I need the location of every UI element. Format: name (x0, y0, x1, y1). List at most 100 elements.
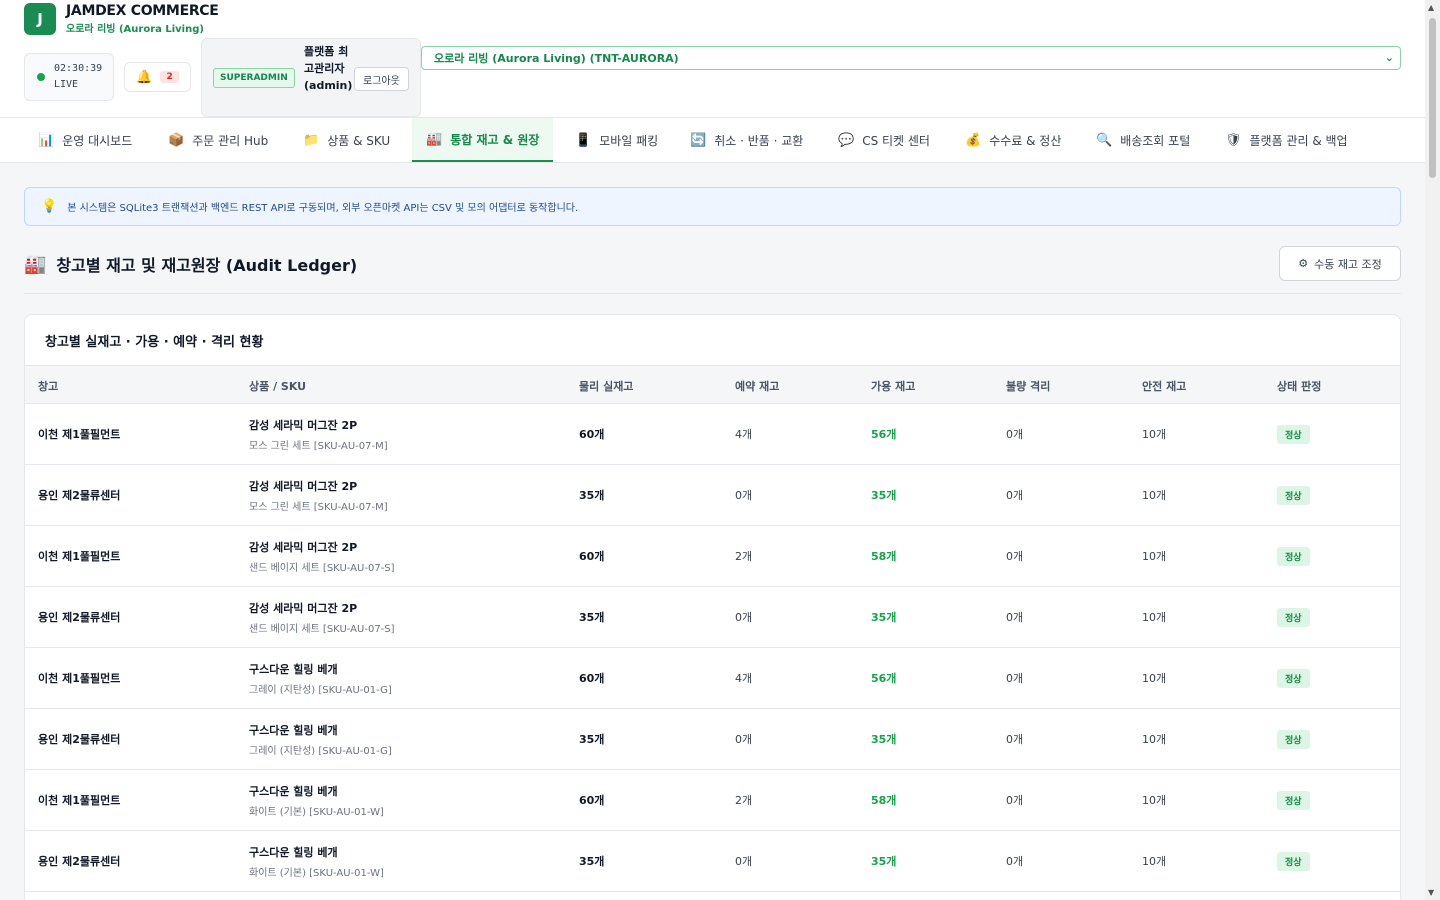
clock-status: LIVE (54, 79, 79, 90)
package-icon: 📦 (168, 132, 185, 148)
scroll-down-icon[interactable]: ▼ (1428, 888, 1434, 897)
product-cell: 구스다운 힐링 베개 그레이 (지탄성) [SKU-AU-01-G] (249, 709, 392, 769)
col-available: 가용 재고 (871, 380, 916, 393)
table-row[interactable]: 용인 제2물류센터 구스다운 힐링 베개 화이트 (기본) [SKU-AU-01-W… (25, 831, 1400, 892)
product-sku: 샌드 베이지 세트 [SKU-AU-07-S] (249, 623, 395, 635)
col-product: 상품 / SKU (249, 380, 307, 393)
product-sku: 샌드 베이지 세트 [SKU-AU-07-S] (249, 562, 395, 574)
product-sku: 모스 그린 세트 [SKU-AU-07-M] (249, 501, 388, 513)
safety-stock-cell: 10개 (1142, 794, 1167, 807)
tab-mobile-packing[interactable]: 📱 모바일 패킹 (575, 118, 658, 162)
tenant-select[interactable]: 오로라 리빙 (Aurora Living) (TNT-AURORA) ⌄ (421, 46, 1401, 70)
product-cell: 감성 세라믹 머그잔 2P 모스 그린 세트 [SKU-AU-07-M] (249, 465, 388, 525)
tab-settlement[interactable]: 💰 수수료 & 정산 (965, 118, 1061, 162)
warehouse-cell: 이천 제1풀필먼트 (38, 672, 121, 685)
status-cell: 정상 (1277, 648, 1310, 708)
table-row[interactable]: 이천 제1풀필먼트 구스다운 힐링 베개 그레이 (지탄성) [SKU-AU-01-… (25, 648, 1400, 709)
status-badge: 정상 (1277, 729, 1310, 749)
chevron-down-icon: ⌄ (1384, 51, 1394, 64)
brand[interactable]: J JAMDEX COMMERCE 오로라 리빙 (Aurora Living) (24, 3, 219, 35)
table-row[interactable]: 용인 제2물류센터 구스다운 힐링 베개 그레이 (지탄성) [SKU-AU-01-… (25, 709, 1400, 770)
tab-orders[interactable]: 📦 주문 관리 Hub (168, 118, 268, 162)
notification-count-badge: 2 (160, 71, 179, 83)
tab-dashboard[interactable]: 📊 운영 대시보드 (38, 118, 132, 162)
tab-label: 통합 재고 & 원장 (450, 132, 540, 147)
available-stock-cell: 58개 (871, 550, 897, 563)
tab-returns[interactable]: 🔄 취소 · 반품 · 교환 (690, 118, 803, 162)
folder-icon: 📁 (303, 132, 320, 148)
status-badge: 정상 (1277, 851, 1310, 871)
tab-cs-tickets[interactable]: 💬 CS 티켓 센터 (838, 118, 930, 162)
scroll-up-icon[interactable]: ▲ (1428, 3, 1434, 12)
status-badge: 정상 (1277, 668, 1310, 688)
chat-icon: 💬 (838, 132, 855, 148)
physical-stock-cell: 60개 (579, 672, 605, 685)
factory-icon: 🏭 (426, 131, 443, 147)
info-text: 본 시스템은 SQLite3 트랜잭션과 백엔드 REST API로 구동되며,… (67, 203, 579, 214)
status-cell: 정상 (1277, 709, 1310, 769)
col-physical: 물리 실재고 (579, 380, 634, 393)
tab-products[interactable]: 📁 상품 & SKU (303, 118, 390, 162)
product-name: 감성 세라믹 머그잔 2P (249, 418, 358, 432)
tab-platform-admin[interactable]: 🛡 플랫폼 관리 & 백업 (1225, 118, 1348, 162)
info-banner: 💡 본 시스템은 SQLite3 트랜잭션과 백엔드 REST API로 구동되… (24, 187, 1401, 226)
tenant-selected-value: 오로라 리빙 (Aurora Living) (TNT-AURORA) (434, 52, 679, 65)
product-cell: 감성 세라믹 머그잔 2P 샌드 베이지 세트 [SKU-AU-07-S] (249, 587, 395, 647)
status-badge: 정상 (1277, 485, 1310, 505)
table-row[interactable]: 용인 제2물류센터 감성 세라믹 머그잔 2P 모스 그린 세트 [SKU-AU-0… (25, 465, 1400, 526)
manual-adjust-button[interactable]: ⚙ 수동 재고 조정 (1279, 246, 1401, 281)
product-name: 구스다운 힐링 베개 (249, 723, 338, 737)
tab-inventory[interactable]: 🏭 통합 재고 & 원장 (412, 118, 554, 162)
product-sku: 그레이 (지탄성) [SKU-AU-01-G] (249, 684, 392, 696)
brand-name: JAMDEX COMMERCE (66, 3, 219, 19)
safety-stock-cell: 10개 (1142, 611, 1167, 624)
manual-adjust-label: 수동 재고 조정 (1314, 257, 1382, 271)
tab-label: 플랫폼 관리 & 백업 (1249, 133, 1348, 148)
warehouse-cell: 이천 제1풀필먼트 (38, 550, 121, 563)
tab-label: 운영 대시보드 (62, 133, 133, 148)
reserved-stock-cell: 0개 (735, 611, 753, 624)
available-stock-cell: 35개 (871, 611, 897, 624)
quarantine-cell: 0개 (1006, 489, 1024, 502)
product-sku: 모스 그린 세트 [SKU-AU-07-M] (249, 440, 388, 452)
status-badge: 정상 (1277, 546, 1310, 566)
quarantine-cell: 0개 (1006, 855, 1024, 868)
quarantine-cell: 0개 (1006, 611, 1024, 624)
tab-label: 수수료 & 정산 (989, 133, 1062, 148)
safety-stock-cell: 10개 (1142, 672, 1167, 685)
refresh-icon: 🔄 (690, 132, 707, 148)
reserved-stock-cell: 4개 (735, 428, 753, 441)
warehouse-cell: 용인 제2물류센터 (38, 611, 121, 624)
scrollbar-thumb[interactable] (1429, 18, 1436, 178)
physical-stock-cell: 35개 (579, 611, 605, 624)
product-cell: 감성 세라믹 머그잔 2P 모스 그린 세트 [SKU-AU-07-M] (249, 404, 388, 464)
brand-subtitle: 오로라 리빙 (Aurora Living) (66, 24, 204, 35)
notifications-button[interactable]: 🔔 2 (124, 62, 191, 92)
table-row[interactable]: 용인 제2물류센터 감성 세라믹 머그잔 2P 샌드 베이지 세트 [SKU-AU-… (25, 587, 1400, 648)
logout-button[interactable]: 로그아웃 (354, 67, 409, 91)
reserved-stock-cell: 2개 (735, 550, 753, 563)
warehouse-cell: 이천 제1풀필먼트 (38, 428, 121, 441)
safety-stock-cell: 10개 (1142, 855, 1167, 868)
safety-stock-cell: 10개 (1142, 489, 1167, 502)
col-quarantine: 불량 격리 (1006, 380, 1051, 393)
col-reserved: 예약 재고 (735, 380, 780, 393)
warehouse-cell: 이천 제1풀필먼트 (38, 794, 121, 807)
table-row[interactable]: 이천 제1풀필먼트 구스다운 힐링 베개 화이트 (기본) [SKU-AU-01-W… (25, 770, 1400, 831)
reserved-stock-cell: 0개 (735, 489, 753, 502)
safety-stock-cell: 10개 (1142, 550, 1167, 563)
page-scrollbar[interactable]: ▲ ▼ (1425, 0, 1440, 900)
status-cell: 정상 (1277, 831, 1310, 891)
product-sku: 화이트 (기본) [SKU-AU-01-W] (249, 867, 384, 879)
physical-stock-cell: 60개 (579, 794, 605, 807)
product-name: 구스다운 힐링 베개 (249, 845, 338, 859)
tab-label: 상품 & SKU (327, 133, 391, 148)
available-stock-cell: 58개 (871, 794, 897, 807)
table-row[interactable]: 이천 제1풀필먼트 감성 세라믹 머그잔 2P 모스 그린 세트 [SKU-AU-0… (25, 404, 1400, 465)
tab-tracking[interactable]: 🔍 배송조회 포털 (1096, 118, 1190, 162)
col-warehouse: 창고 (38, 380, 59, 393)
table-row[interactable]: 이천 제1풀필먼트 감성 세라믹 머그잔 2P 샌드 베이지 세트 [SKU-AU-… (25, 526, 1400, 587)
product-name: 감성 세라믹 머그잔 2P (249, 540, 358, 554)
factory-icon: 🏭 (24, 253, 47, 275)
mobile-icon: 📱 (575, 132, 592, 148)
